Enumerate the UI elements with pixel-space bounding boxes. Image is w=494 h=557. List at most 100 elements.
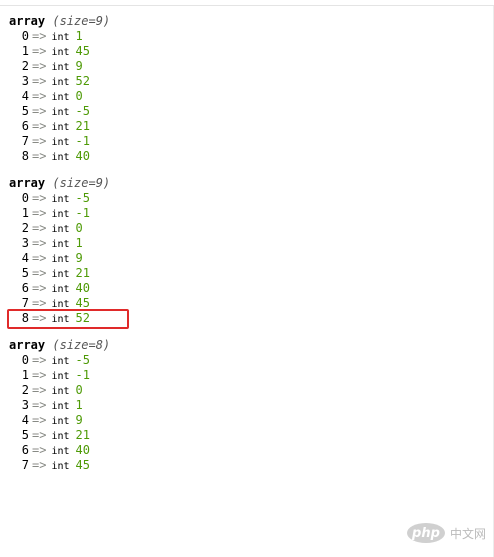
array-row: 7 => int -1 (9, 134, 110, 149)
row-type: int (51, 92, 70, 103)
row-type: int (51, 371, 70, 382)
row-arrow: => (32, 134, 47, 148)
row-value: 9 (75, 251, 83, 265)
row-arrow: => (32, 281, 47, 295)
array-header: array (size=9) (9, 14, 110, 29)
array-size-label: (size=9) (52, 176, 111, 190)
row-arrow: => (32, 296, 47, 310)
row-type: int (51, 461, 70, 472)
row-value: 0 (75, 383, 83, 397)
row-arrow: => (32, 266, 47, 280)
row-arrow: => (32, 353, 47, 367)
highlight-box (7, 309, 129, 329)
row-index: 4 (21, 89, 29, 103)
row-index: 2 (21, 221, 29, 235)
array-row: 0 => int -5 (9, 353, 110, 368)
row-arrow: => (32, 383, 47, 397)
array-dump-3: array (size=8) 0 => int -5 1 => int -1 2 => int 0… (9, 338, 110, 473)
row-value: 45 (75, 458, 90, 472)
array-row: 4 => int 9 (9, 251, 110, 266)
row-index: 4 (21, 413, 29, 427)
row-index: 7 (21, 134, 29, 148)
array-size-label: (size=8) (52, 338, 111, 352)
row-index: 3 (21, 236, 29, 250)
row-arrow: => (32, 398, 47, 412)
row-arrow: => (32, 206, 47, 220)
row-arrow: => (32, 458, 47, 472)
row-index: 2 (21, 383, 29, 397)
array-row: 5 => int -5 (9, 104, 110, 119)
row-type: int (51, 269, 70, 280)
row-index: 6 (21, 443, 29, 457)
row-value: -5 (75, 353, 90, 367)
watermark-site-name: 中文网 (449, 526, 486, 541)
row-value: 9 (75, 59, 83, 73)
row-arrow: => (32, 443, 47, 457)
array-dump-2: array (size=9) 0 => int -5 1 => int -1 2 => int 0… (7, 176, 129, 329)
row-index: 0 (21, 353, 29, 367)
row-type: int (51, 209, 70, 220)
array-header: array (size=8) (9, 338, 110, 353)
row-index: 1 (21, 368, 29, 382)
row-type: int (51, 62, 70, 73)
row-value: 0 (75, 89, 83, 103)
row-type: int (51, 254, 70, 265)
row-index: 0 (21, 29, 29, 43)
row-type: int (51, 194, 70, 205)
row-type: int (51, 122, 70, 133)
row-value: 40 (75, 149, 90, 163)
array-row: 1 => int -1 (9, 206, 110, 221)
row-value: 21 (75, 266, 90, 280)
row-arrow: => (32, 89, 47, 103)
php-logo: php (406, 523, 445, 543)
row-arrow: => (32, 191, 47, 205)
row-index: 5 (21, 104, 29, 118)
row-value: 1 (75, 29, 83, 43)
array-row: 2 => int 0 (9, 221, 110, 236)
row-arrow: => (32, 413, 47, 427)
row-value: 1 (75, 236, 83, 250)
array-row: 8 => int 40 (9, 149, 110, 164)
row-index: 3 (21, 398, 29, 412)
row-type: int (51, 77, 70, 88)
row-index: 5 (21, 428, 29, 442)
row-value: -1 (75, 134, 90, 148)
row-index: 8 (21, 149, 29, 163)
row-arrow: => (32, 44, 47, 58)
row-type: int (51, 446, 70, 457)
array-row: 1 => int 45 (9, 44, 110, 59)
top-border (0, 0, 494, 6)
array-row: 2 => int 0 (9, 383, 110, 398)
row-type: int (51, 137, 70, 148)
row-index: 3 (21, 74, 29, 88)
row-arrow: => (32, 104, 47, 118)
site-watermark: php 中文网 (406, 523, 486, 543)
row-value: -1 (75, 368, 90, 382)
row-type: int (51, 431, 70, 442)
row-value: 45 (75, 296, 90, 310)
row-value: 21 (75, 428, 90, 442)
row-index: 1 (21, 44, 29, 58)
row-value: -1 (75, 206, 90, 220)
row-type: int (51, 416, 70, 427)
row-index: 6 (21, 281, 29, 295)
array-row: 3 => int 1 (9, 398, 110, 413)
row-arrow: => (32, 149, 47, 163)
var-dump-output: array (size=9) 0 => int 1 1 => int 45 2 => int 9 … (7, 14, 129, 485)
row-arrow: => (32, 74, 47, 88)
row-value: 45 (75, 44, 90, 58)
row-type: int (51, 401, 70, 412)
row-value: -5 (75, 104, 90, 118)
row-index: 1 (21, 206, 29, 220)
row-value: 40 (75, 281, 90, 295)
row-value: 9 (75, 413, 83, 427)
row-index: 5 (21, 266, 29, 280)
array-row: 1 => int -1 (9, 368, 110, 383)
array-row: 6 => int 40 (9, 281, 110, 296)
row-arrow: => (32, 59, 47, 73)
row-arrow: => (32, 29, 47, 43)
array-row: 4 => int 9 (9, 413, 110, 428)
array-row: 5 => int 21 (9, 428, 110, 443)
row-index: 2 (21, 59, 29, 73)
array-size-label: (size=9) (52, 14, 111, 28)
